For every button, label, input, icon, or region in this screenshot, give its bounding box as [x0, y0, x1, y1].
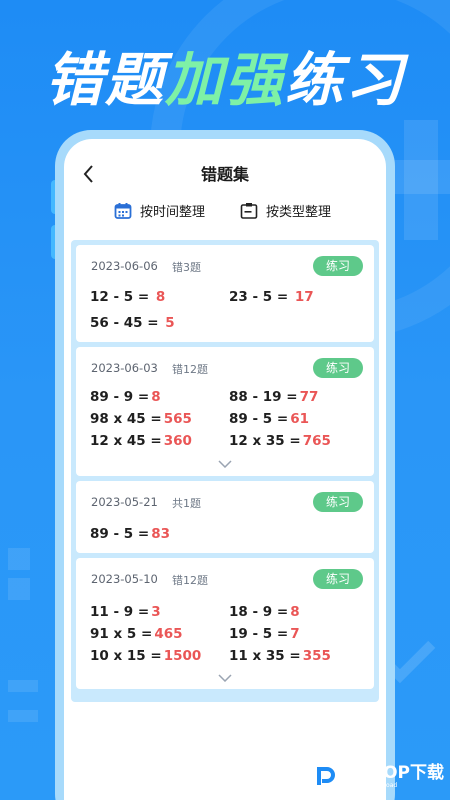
clipboard-icon [240, 202, 258, 219]
pcpop-logo-icon [307, 760, 342, 794]
record-date: 2023-06-06 [91, 259, 158, 273]
headline-part2: 加强 [164, 46, 285, 114]
record-count: 错3题 [172, 261, 201, 274]
app-header: 错题集 [64, 157, 386, 199]
record-date: 2023-05-21 [91, 495, 158, 509]
headline-part1: 错题 [44, 46, 165, 114]
record-date: 2023-05-10 [91, 572, 158, 586]
sort-options: 按时间整理 按类型整理 [64, 201, 386, 231]
equation: 88 - 19 = 77 [229, 389, 319, 405]
equation: 11 x 35 = 355 [229, 648, 331, 664]
practice-button[interactable]: 练习 [313, 358, 363, 378]
equation: 91 x 5 = 465 [90, 626, 183, 642]
promo-screen: 错题加强练习 错题集 按时间整理 按类型整理 2023-06-06 错3题 练习… [0, 0, 450, 800]
record-count: 错12题 [172, 574, 208, 587]
mistake-record-card: 2023-05-10 错12题 练习 11 - 9 = 3 18 - 9 = 8 9… [76, 558, 374, 689]
practice-button[interactable]: 练习 [313, 569, 363, 589]
decorative-square [8, 578, 30, 600]
watermark-sub: PCPOP Download [345, 782, 398, 789]
practice-button[interactable]: 练习 [313, 492, 363, 512]
equation: 12 x 45 = 360 [90, 433, 192, 449]
sort-by-time-button[interactable]: 按时间整理 [114, 201, 205, 220]
sort-by-type-button[interactable]: 按类型整理 [240, 201, 331, 220]
sort-by-type-label: 按类型整理 [266, 205, 332, 220]
equation: 89 - 9 = 8 [90, 389, 161, 405]
pcpop-watermark: PCPOP下载 PCPOP Download [307, 760, 444, 794]
equation: 56 - 45 = 5 [90, 315, 175, 331]
record-date: 2023-06-03 [91, 361, 158, 375]
equation: 23 - 5 = 17 [229, 289, 314, 305]
decorative-minus [8, 680, 38, 692]
equation: 19 - 5 = 7 [229, 626, 300, 642]
mistake-list: 2023-06-06 错3题 练习 12 - 5 = 8 23 - 5 = 17… [71, 240, 379, 702]
equation: 11 - 9 = 3 [90, 604, 161, 620]
equation: 89 - 5 = 61 [229, 411, 309, 427]
sort-by-time-label: 按时间整理 [140, 205, 206, 220]
decorative-minus [8, 710, 38, 722]
equation: 18 - 9 = 8 [229, 604, 300, 620]
chevron-down-icon[interactable] [218, 460, 232, 468]
app-screen: 错题集 按时间整理 按类型整理 2023-06-06 错3题 练习 12 - 5… [64, 139, 386, 800]
equation: 12 x 35 = 765 [229, 433, 331, 449]
record-count: 错12题 [172, 363, 208, 376]
decorative-plus-horizontal [390, 160, 450, 194]
chevron-down-icon[interactable] [218, 674, 232, 682]
mistake-record-card: 2023-05-21 共1题 练习 89 - 5 = 83 [76, 481, 374, 553]
practice-button[interactable]: 练习 [313, 256, 363, 276]
equation: 89 - 5 = 83 [90, 526, 170, 542]
mistake-record-card: 2023-06-03 错12题 练习 89 - 9 = 8 88 - 19 = 77… [76, 347, 374, 476]
promo-headline: 错题加强练习 [0, 40, 450, 120]
calendar-icon [114, 202, 132, 219]
headline-part3: 练习 [285, 46, 406, 114]
equation: 12 - 5 = 8 [90, 289, 166, 305]
page-title: 错题集 [200, 165, 249, 184]
mistake-record-card: 2023-06-06 错3题 练习 12 - 5 = 8 23 - 5 = 17… [76, 245, 374, 342]
decorative-square [8, 548, 30, 570]
equation: 98 x 45 = 565 [90, 411, 192, 427]
phone-mockup: 错题集 按时间整理 按类型整理 2023-06-06 错3题 练习 12 - 5… [55, 130, 395, 800]
watermark-brand: PCPOP下载 [345, 763, 444, 783]
equation: 10 x 15 = 1500 [90, 648, 202, 664]
record-count: 共1题 [172, 497, 201, 510]
